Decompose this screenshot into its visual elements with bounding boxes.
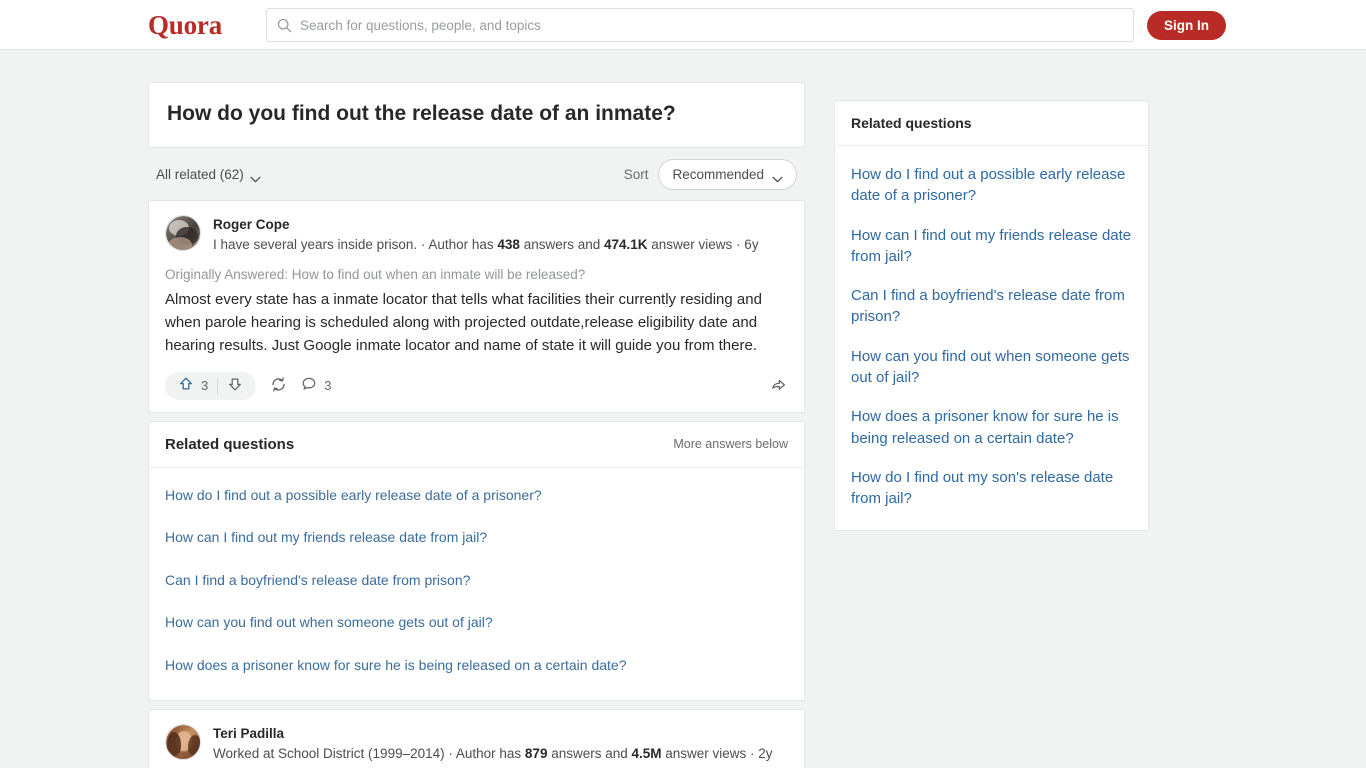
- author-credential: Worked at School District (1999–2014) · …: [213, 744, 773, 764]
- page-body: How do you find out the release date of …: [0, 50, 1366, 768]
- credential-middle: answers and: [547, 745, 632, 761]
- answer-author-header: Roger Cope I have several years inside p…: [165, 215, 788, 254]
- search-icon: [277, 18, 292, 33]
- avatar[interactable]: [165, 724, 201, 761]
- search-input[interactable]: [300, 17, 1123, 33]
- all-related-label: All related (62): [156, 166, 244, 182]
- comment-icon: [301, 376, 317, 395]
- sidebar-question-link[interactable]: How can you find out when someone gets o…: [851, 334, 1132, 395]
- related-question-link[interactable]: How does a prisoner know for sure he is …: [165, 642, 788, 685]
- comment-count: 3: [324, 378, 332, 394]
- sidebar-question-link[interactable]: How do I find out my son's release date …: [851, 455, 1132, 516]
- author-name[interactable]: Teri Padilla: [213, 725, 773, 743]
- all-related-dropdown[interactable]: All related (62): [156, 166, 261, 183]
- credential-prefix: I have several years inside prison. · Au…: [213, 236, 498, 252]
- answer-filter-row: All related (62) Sort Recommended: [148, 148, 805, 200]
- credential-suffix: answer views · 2y: [661, 745, 773, 761]
- answer-action-bar: 3 3: [165, 371, 788, 402]
- views-count: 474.1K: [603, 236, 648, 252]
- answer-actions-left: 3 3: [165, 371, 331, 400]
- sidebar-question-link[interactable]: How can I find out my friends release da…: [851, 213, 1132, 274]
- answer-card: Roger Cope I have several years inside p…: [148, 200, 805, 413]
- sort-dropdown[interactable]: Recommended: [658, 158, 797, 190]
- answer-author-meta: Teri Padilla Worked at School District (…: [213, 724, 773, 763]
- more-answers-below-label[interactable]: More answers below: [673, 437, 788, 451]
- downvote-icon: [227, 376, 243, 395]
- answer-body-text: Almost every state has a inmate locator …: [165, 290, 762, 355]
- sort-label: Sort: [623, 166, 649, 182]
- answer-content: Teri Padilla Worked at School District (…: [149, 710, 804, 768]
- share-icon: [770, 376, 788, 396]
- author-name[interactable]: Roger Cope: [213, 216, 759, 234]
- answer-author-meta: Roger Cope I have several years inside p…: [213, 215, 759, 254]
- related-questions-list: How do I find out a possible early relea…: [149, 468, 804, 701]
- share-button[interactable]: [770, 376, 788, 396]
- vote-control: 3: [165, 371, 257, 400]
- related-question-link[interactable]: How do I find out a possible early relea…: [165, 472, 788, 515]
- search-bar[interactable]: [266, 8, 1134, 42]
- page-title: How do you find out the release date of …: [167, 102, 676, 125]
- related-question-link[interactable]: How can I find out my friends release da…: [165, 514, 788, 557]
- credential-suffix: answer views · 6y: [647, 236, 759, 252]
- avatar[interactable]: [165, 215, 201, 252]
- sort-value: Recommended: [672, 166, 764, 182]
- sidebar-question-link[interactable]: How do I find out a possible early relea…: [851, 152, 1132, 213]
- answers-count: 879: [524, 745, 548, 761]
- upvote-count: 3: [201, 378, 209, 394]
- views-count: 4.5M: [631, 745, 662, 761]
- related-questions-card: Related questions More answers below How…: [148, 420, 805, 702]
- upvote-icon: [178, 376, 194, 395]
- sidebar-links-list: How do I find out a possible early relea…: [835, 146, 1148, 530]
- quora-logo[interactable]: Quora: [148, 10, 222, 41]
- related-questions-title: Related questions: [165, 435, 295, 453]
- originally-answered-note: Originally Answered: How to find out whe…: [165, 266, 586, 282]
- answer-content: Roger Cope I have several years inside p…: [149, 201, 804, 411]
- main-content-column: How do you find out the release date of …: [148, 82, 805, 768]
- sidebar-title: Related questions: [835, 101, 1148, 146]
- chevron-down-icon: [772, 171, 783, 183]
- sidebar-question-link[interactable]: Can I find a boyfriend's release date fr…: [851, 273, 1132, 334]
- credential-middle: answers and: [519, 236, 604, 252]
- sort-controls: Sort Recommended: [623, 158, 797, 190]
- credential-prefix: Worked at School District (1999–2014) · …: [213, 745, 525, 761]
- answers-count: 438: [497, 236, 520, 252]
- chevron-down-icon: [250, 171, 261, 183]
- related-question-link[interactable]: How can you find out when someone gets o…: [165, 599, 788, 642]
- sidebar-column: Related questions How do I find out a po…: [834, 100, 1149, 531]
- sidebar-question-link[interactable]: How does a prisoner know for sure he is …: [851, 394, 1132, 455]
- comment-button[interactable]: 3: [301, 376, 331, 395]
- related-questions-header: Related questions More answers below: [149, 422, 804, 468]
- answer-author-header: Teri Padilla Worked at School District (…: [165, 724, 788, 763]
- sign-in-button[interactable]: Sign In: [1147, 11, 1226, 40]
- answer-card: Teri Padilla Worked at School District (…: [148, 709, 805, 768]
- sidebar-related-questions-card: Related questions How do I find out a po…: [834, 100, 1149, 531]
- author-credential: I have several years inside prison. · Au…: [213, 235, 759, 255]
- upvote-button[interactable]: 3: [169, 372, 217, 400]
- question-title-card: How do you find out the release date of …: [148, 82, 805, 149]
- repost-icon: [270, 376, 287, 396]
- repost-button[interactable]: [270, 376, 287, 396]
- downvote-button[interactable]: [218, 372, 252, 400]
- related-question-link[interactable]: Can I find a boyfriend's release date fr…: [165, 557, 788, 600]
- top-navigation-bar: Quora Sign In: [0, 0, 1366, 50]
